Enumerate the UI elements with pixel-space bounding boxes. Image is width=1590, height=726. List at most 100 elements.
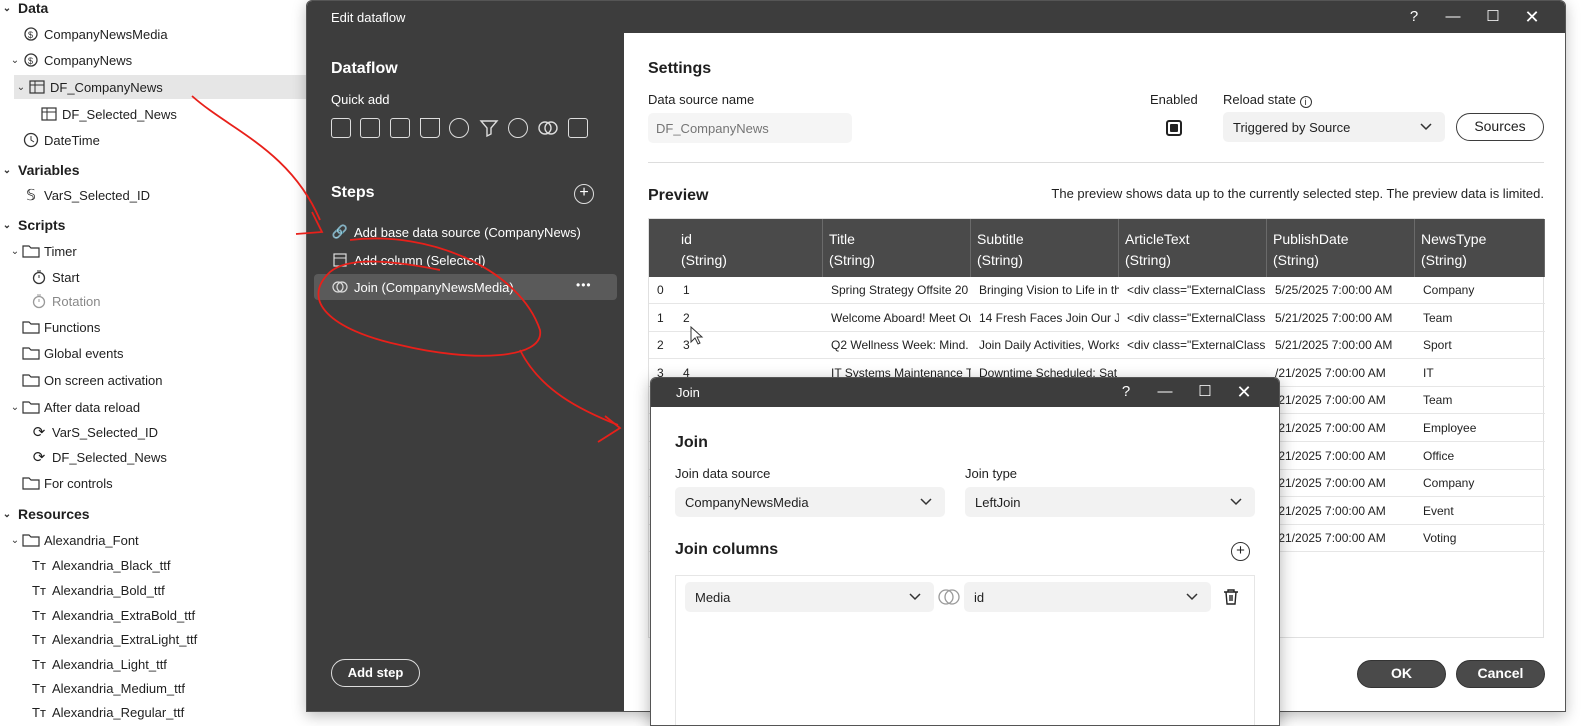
- tree-section-resources[interactable]: ⌄ Resources: [0, 502, 90, 526]
- column-name: PublishDate: [1273, 231, 1349, 247]
- minimize-icon[interactable]: —: [1153, 382, 1177, 402]
- tree-item-alexandria-font[interactable]: ⌄ Alexandria_Font: [8, 528, 139, 552]
- chevron-down-icon[interactable]: ⌄: [8, 402, 22, 413]
- info-icon[interactable]: i: [1299, 96, 1312, 108]
- table-cell: /21/2025 7:00:00 AM: [1275, 393, 1386, 408]
- tree-item-font[interactable]: Tт Alexandria_Black_ttf: [30, 553, 170, 577]
- tree-item-after-data-reload[interactable]: ⌄ After data reload: [8, 395, 140, 419]
- sources-button[interactable]: Sources: [1456, 113, 1544, 141]
- tree-section-scripts[interactable]: ⌄ Scripts: [0, 213, 66, 237]
- step-add-column[interactable]: Add column (Selected): [314, 247, 617, 273]
- table-row[interactable]: 0 1 Spring Strategy Offsite 20 Bringing Vis…: [649, 277, 1545, 304]
- tree-section-data[interactable]: ⌄ Data: [0, 0, 300, 20]
- reload-state-select[interactable]: Triggered by Source: [1223, 112, 1445, 142]
- add-step-plus-icon[interactable]: +: [574, 184, 594, 204]
- tree-item-reload-df-selected-news[interactable]: ⟳ DF_Selected_News: [30, 445, 167, 469]
- table-cell: 1: [683, 283, 690, 297]
- add-step-button[interactable]: Add step: [331, 659, 420, 687]
- table-cell: Company: [1423, 476, 1475, 491]
- tree-item-company-news-media[interactable]: $ CompanyNewsMedia: [22, 22, 168, 46]
- tree-item-global-events[interactable]: Global events: [22, 341, 124, 365]
- chevron-down-icon[interactable]: ⌄: [0, 3, 14, 14]
- tree-item-reload-vars-selected-id[interactable]: ⟳ VarS_Selected_ID: [30, 420, 158, 444]
- right-column-select[interactable]: id: [964, 582, 1211, 612]
- add-join-column-icon[interactable]: +: [1231, 542, 1250, 561]
- tree-item-company-news[interactable]: ⌄ $ CompanyNews: [8, 48, 132, 72]
- ok-button[interactable]: OK: [1357, 660, 1446, 688]
- column-name: ArticleText: [1125, 231, 1190, 247]
- tree-item-functions[interactable]: Functions: [22, 315, 100, 339]
- close-icon[interactable]: ✕: [1520, 7, 1544, 27]
- refresh-icon[interactable]: [449, 118, 469, 138]
- add-column-icon[interactable]: [390, 118, 410, 138]
- add-table-icon[interactable]: [331, 118, 351, 138]
- table-cell: <div class="ExternalClass: [1127, 338, 1266, 353]
- window-title-bar[interactable]: Edit dataflow ? — ☐ ✕: [307, 1, 1565, 33]
- help-icon[interactable]: ?: [1114, 382, 1138, 402]
- join-type-select[interactable]: LeftJoin: [965, 487, 1255, 517]
- chevron-down-icon[interactable]: ⌄: [0, 220, 14, 231]
- tree-item-font[interactable]: Tт Alexandria_Medium_ttf: [30, 676, 185, 700]
- maximize-icon[interactable]: ☐: [1193, 382, 1217, 402]
- delete-icon[interactable]: [420, 118, 440, 138]
- tree-item-rotation[interactable]: Rotation: [30, 289, 100, 313]
- tree-item-start[interactable]: Start: [30, 265, 79, 289]
- column-type: (String): [681, 252, 727, 268]
- tree-item-vars-selected-id[interactable]: 𝕊 VarS_Selected_ID: [22, 183, 150, 207]
- maximize-icon[interactable]: ☐: [1481, 7, 1505, 27]
- tree-item-font[interactable]: Tт Alexandria_ExtraBold_ttf: [30, 603, 195, 627]
- column-header[interactable]: id (String): [675, 219, 823, 277]
- calculator-icon[interactable]: [568, 118, 588, 138]
- tree-item-font[interactable]: Tт Alexandria_Light_ttf: [30, 652, 167, 676]
- tree-item-df-company-news[interactable]: ⌄ DF_CompanyNews: [14, 75, 314, 99]
- table-cell: Bringing Vision to Life in th: [979, 283, 1119, 297]
- sort-icon[interactable]: [508, 118, 528, 138]
- table-row[interactable]: 2 3 Q2 Wellness Week: Mind. B Join Daily Ac…: [649, 332, 1545, 360]
- table-row[interactable]: 1 2 Welcome Aboard! Meet Ou 14 Fresh Faces …: [649, 305, 1545, 332]
- table-icon: [28, 79, 46, 95]
- column-header[interactable]: PublishDate (String): [1267, 219, 1415, 277]
- more-options-icon[interactable]: •••: [576, 278, 592, 292]
- tree-item-timer[interactable]: ⌄ Timer: [8, 239, 77, 263]
- enabled-checkbox[interactable]: [1166, 120, 1182, 136]
- table-cell: /21/2025 7:00:00 AM: [1275, 476, 1386, 491]
- close-icon[interactable]: ✕: [1232, 382, 1256, 402]
- tree-item-font[interactable]: Tт Alexandria_Regular_ttf: [30, 700, 184, 724]
- font-icon: Tт: [32, 680, 46, 696]
- tree-item-font[interactable]: Tт Alexandria_ExtraLight_ttf: [30, 627, 197, 651]
- table-cell: 5/25/2025 7:00:00 AM: [1275, 283, 1393, 297]
- chevron-down-icon[interactable]: ⌄: [0, 165, 14, 176]
- folder-icon: [22, 345, 40, 361]
- chevron-down-icon[interactable]: ⌄: [0, 509, 14, 520]
- step-add-base-data-source[interactable]: 🔗 Add base data source (CompanyNews): [314, 219, 617, 245]
- cancel-button[interactable]: Cancel: [1456, 660, 1545, 688]
- left-column-select[interactable]: Media: [685, 582, 934, 612]
- data-source-name-input[interactable]: [648, 113, 852, 143]
- tree-item-for-controls[interactable]: For controls: [22, 471, 113, 495]
- chevron-down-icon[interactable]: ⌄: [8, 535, 22, 546]
- tree-item-df-selected-news[interactable]: DF_Selected_News: [40, 102, 177, 126]
- join-data-source-select[interactable]: CompanyNewsMedia: [675, 487, 945, 517]
- column-header[interactable]: Subtitle (String): [971, 219, 1119, 277]
- help-icon[interactable]: ?: [1402, 7, 1426, 27]
- column-header[interactable]: Title (String): [823, 219, 971, 277]
- join-icon[interactable]: [538, 118, 558, 138]
- filter-icon[interactable]: [479, 118, 499, 138]
- font-icon: Tт: [32, 656, 46, 672]
- clock-icon: [22, 132, 40, 148]
- table-cell: /21/2025 7:00:00 AM: [1275, 421, 1386, 435]
- tree-item-on-screen-activation[interactable]: On screen activation: [22, 368, 163, 392]
- delete-icon[interactable]: [1223, 588, 1239, 611]
- tree-item-datetime[interactable]: DateTime: [22, 128, 100, 152]
- column-header[interactable]: NewsType (String): [1415, 219, 1545, 277]
- text-column-icon[interactable]: [360, 118, 380, 138]
- chevron-down-icon[interactable]: ⌄: [8, 55, 22, 66]
- step-join[interactable]: Join (CompanyNewsMedia) •••: [314, 274, 617, 300]
- tree-section-variables[interactable]: ⌄ Variables: [0, 158, 80, 182]
- chevron-down-icon[interactable]: ⌄: [14, 82, 28, 93]
- minimize-icon[interactable]: —: [1441, 7, 1465, 27]
- chevron-down-icon[interactable]: ⌄: [8, 246, 22, 257]
- dialog-title-bar[interactable]: Join ? — ☐ ✕: [651, 378, 1279, 407]
- tree-item-font[interactable]: Tт Alexandria_Bold_ttf: [30, 578, 165, 602]
- column-header[interactable]: ArticleText (String): [1119, 219, 1267, 277]
